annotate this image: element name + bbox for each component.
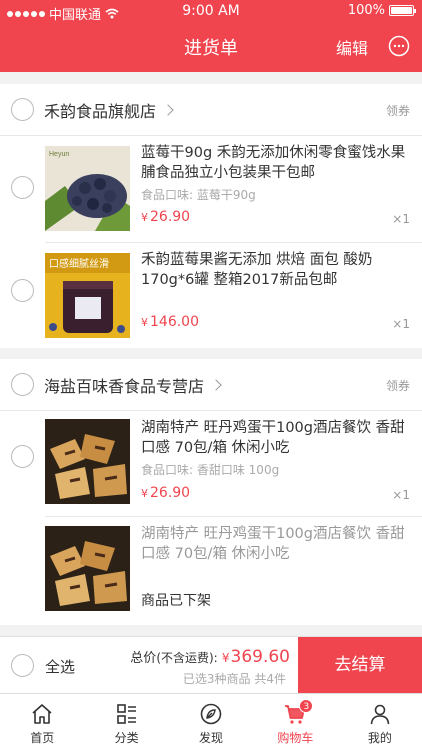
- svg-text:口感细腻丝滑: 口感细腻丝滑: [49, 257, 109, 270]
- product-price: ¥26.90: [141, 209, 191, 225]
- product-title[interactable]: 禾韵蓝莓果酱无添加 烘焙 面包 酸奶 170g*6罐 整箱2017新品包邮: [141, 250, 408, 290]
- product-image[interactable]: [45, 419, 130, 504]
- home-icon: [32, 704, 52, 724]
- total-price: 总价(不含运费): ¥369.60: [130, 647, 290, 667]
- product-image[interactable]: 口感细腻丝滑: [45, 253, 130, 338]
- select-all-checkbox[interactable]: [11, 654, 34, 677]
- cart-item-unavailable: 湖南特产 旺丹鸡蛋干100g酒店餐饮 香甜口感 70包/箱 休闲小吃 商品已下架: [0, 517, 422, 625]
- product-image[interactable]: Heyun: [45, 146, 130, 231]
- tab-home[interactable]: 首页: [0, 694, 84, 750]
- product-quantity[interactable]: ×1: [392, 317, 410, 331]
- cart-item: 湖南特产 旺丹鸡蛋干100g酒店餐饮 香甜口感 70包/箱 休闲小吃 食品口味:…: [0, 411, 422, 517]
- edit-button[interactable]: 编辑: [336, 35, 368, 59]
- item-checkbox[interactable]: [11, 279, 34, 302]
- product-title[interactable]: 蓝莓干90g 禾韵无添加休闲零食蜜饯水果脯食品独立小包装果干包邮: [141, 143, 408, 183]
- item-checkbox[interactable]: [11, 445, 34, 468]
- coupon-button[interactable]: 领券: [386, 377, 410, 394]
- store-name[interactable]: 禾韵食品旗舰店: [44, 98, 156, 122]
- tab-discover[interactable]: 发现: [169, 694, 253, 750]
- tab-category[interactable]: 分类: [84, 694, 168, 750]
- profile-icon: [370, 704, 390, 725]
- chevron-right-icon[interactable]: [210, 378, 222, 391]
- discover-icon: [200, 703, 222, 725]
- product-spec: 食品口味: 蓝莓干90g: [141, 188, 256, 202]
- chevron-right-icon[interactable]: [162, 103, 174, 116]
- coupon-button[interactable]: 领券: [386, 102, 410, 119]
- product-title[interactable]: 湖南特产 旺丹鸡蛋干100g酒店餐饮 香甜口感 70包/箱 休闲小吃: [141, 524, 408, 564]
- selection-summary: 已选3种商品 共4件: [182, 672, 286, 686]
- battery-icon: [389, 5, 416, 16]
- header: 中国联通 9:00 AM 100% 进货单 编辑: [0, 0, 422, 72]
- cart-item: Heyun 蓝莓干90g 禾韵无添加休闲零食蜜饯水果脯食品独立小包装果干包邮 食…: [0, 136, 422, 242]
- product-image[interactable]: [45, 526, 130, 611]
- product-price: ¥146.00: [141, 314, 199, 330]
- tab-cart[interactable]: 3 购物车: [253, 694, 337, 750]
- tab-profile[interactable]: 我的: [338, 694, 422, 750]
- item-checkbox[interactable]: [11, 176, 34, 199]
- store-header: 禾韵食品旗舰店 领券: [0, 84, 422, 136]
- battery-percent: 100%: [347, 3, 385, 18]
- category-icon: [116, 704, 136, 724]
- store-card: 海盐百味香食品专营店 领券 湖南特产 旺丹鸡蛋干100g酒店餐饮 香甜口感 70…: [0, 359, 422, 625]
- store-header: 海盐百味香食品专营店 领券: [0, 359, 422, 411]
- product-price: ¥26.90: [141, 485, 191, 501]
- store-checkbox[interactable]: [11, 98, 34, 121]
- cart-item: 口感细腻丝滑 禾韵蓝莓果酱无添加 烘焙 面包 酸奶 170g*6罐 整箱2017…: [0, 243, 422, 348]
- store-checkbox[interactable]: [11, 373, 34, 396]
- checkout-button[interactable]: 去结算: [298, 637, 422, 694]
- product-title[interactable]: 湖南特产 旺丹鸡蛋干100g酒店餐饮 香甜口感 70包/箱 休闲小吃: [141, 418, 408, 458]
- product-spec: 食品口味: 香甜口味 100g: [141, 463, 280, 477]
- chat-icon[interactable]: [388, 35, 410, 57]
- svg-text:Heyun: Heyun: [49, 151, 69, 158]
- store-card: 禾韵食品旗舰店 领券 Heyun 蓝莓干90g 禾韵无添加休闲零食蜜饯水果脯食品…: [0, 84, 422, 348]
- tab-bar: 首页 分类 发现 3 购物车 我的: [0, 693, 422, 750]
- select-all-label[interactable]: 全选: [45, 656, 75, 677]
- store-name[interactable]: 海盐百味香食品专营店: [44, 373, 204, 397]
- unavailable-label: 商品已下架: [141, 593, 211, 609]
- product-quantity[interactable]: ×1: [392, 212, 410, 226]
- product-quantity[interactable]: ×1: [392, 488, 410, 502]
- checkout-bar: 全选 总价(不含运费): ¥369.60 已选3种商品 共4件 去结算: [0, 636, 422, 694]
- status-bar: 中国联通 9:00 AM 100%: [0, 0, 422, 23]
- cart-badge: 3: [299, 699, 314, 713]
